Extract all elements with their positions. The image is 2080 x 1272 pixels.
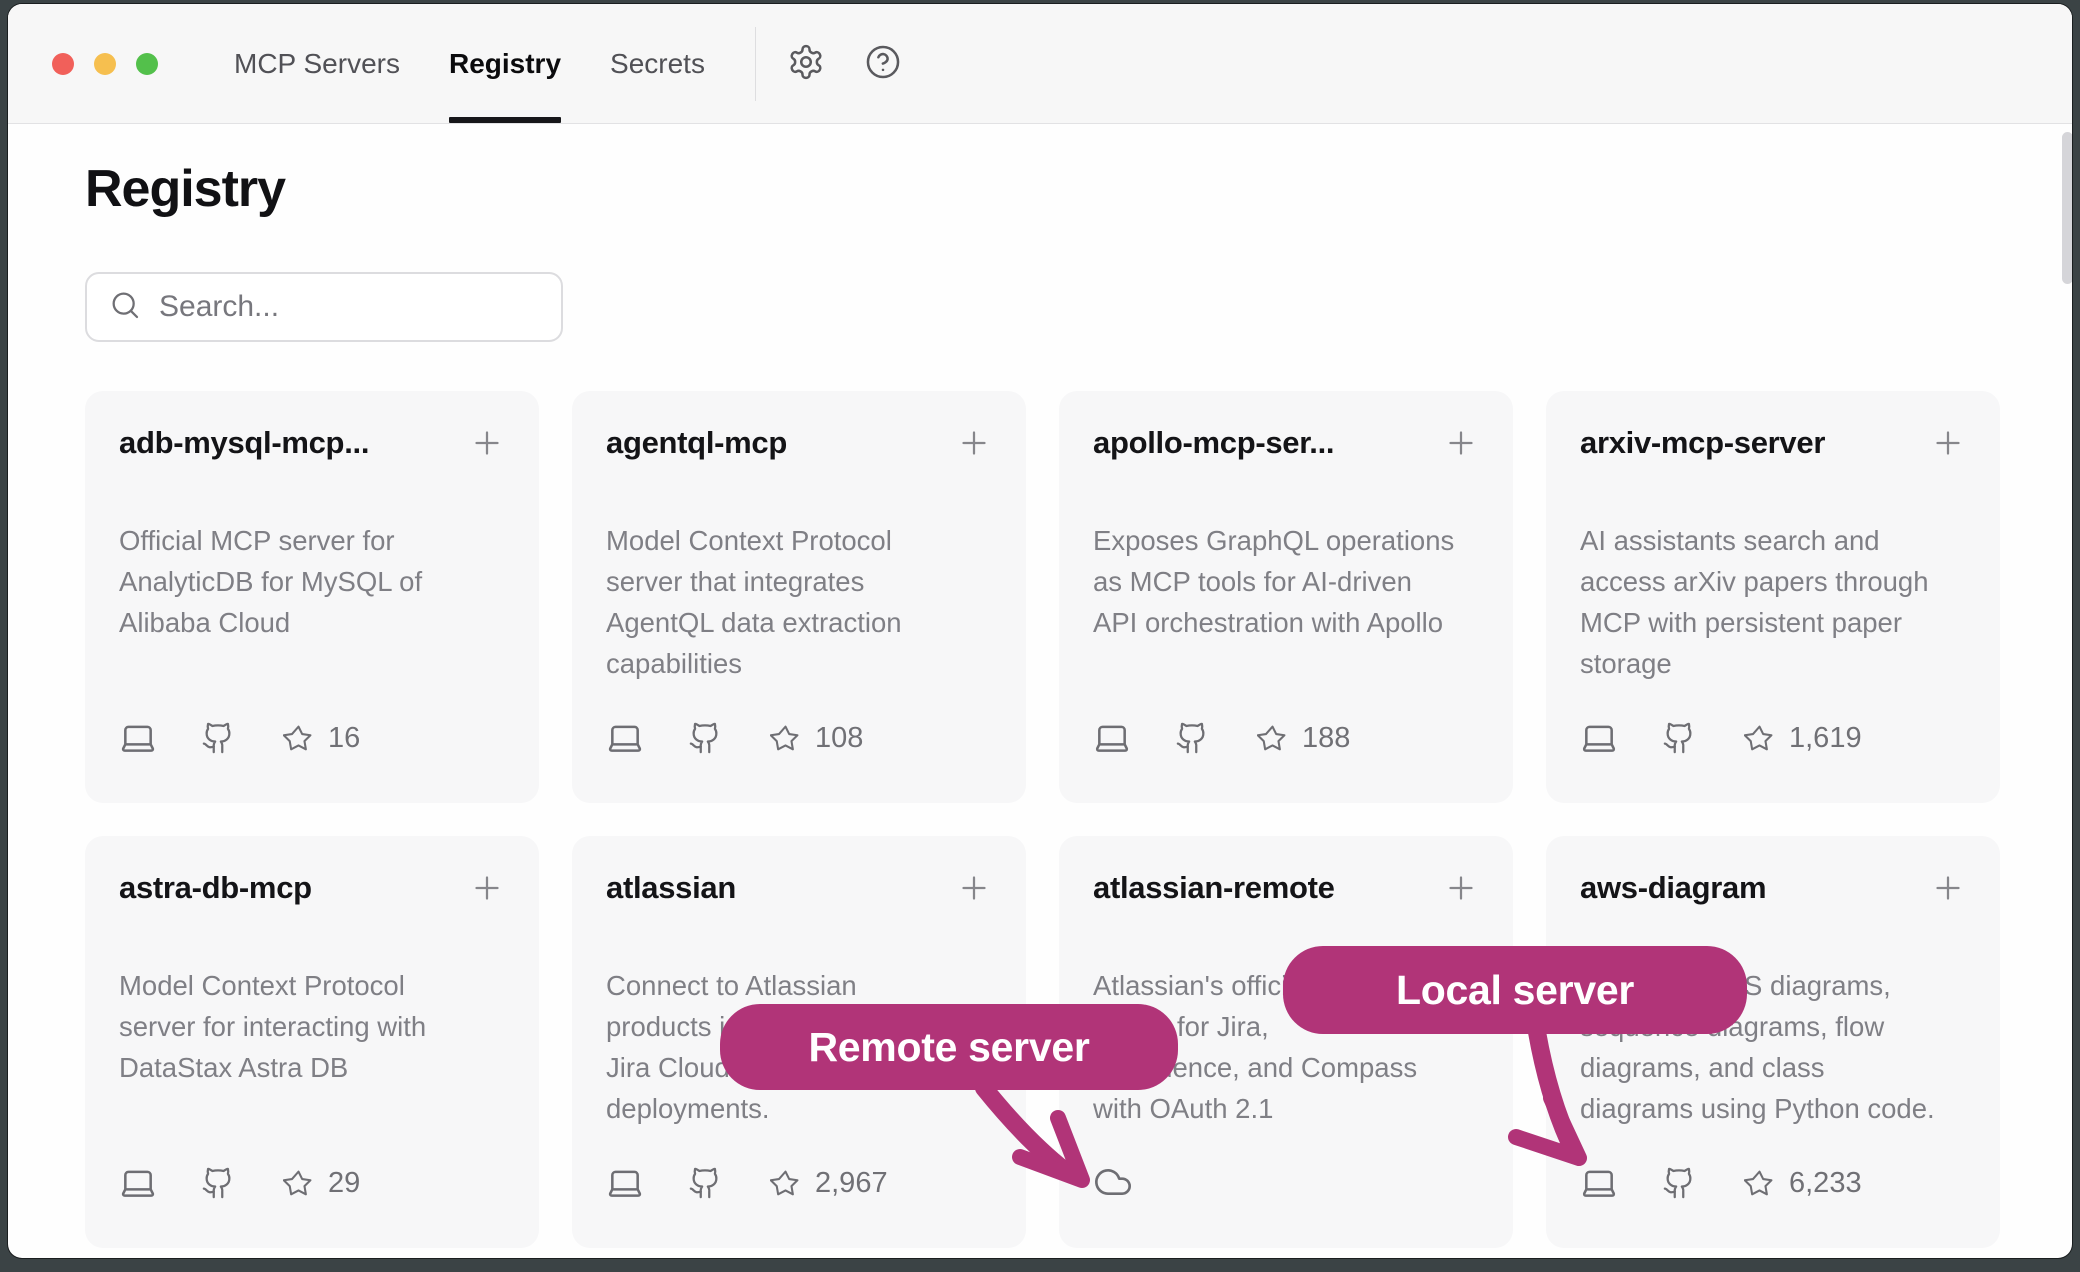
cloud-icon — [1093, 1162, 1133, 1202]
plus-icon — [956, 894, 992, 909]
page-title: Registry — [85, 160, 2008, 218]
gear-icon — [787, 43, 825, 84]
star-icon — [283, 723, 314, 754]
server-name: atlassian — [606, 868, 736, 908]
star-icon — [770, 1168, 801, 1199]
minimize-button[interactable] — [94, 53, 116, 75]
star-count: 29 — [328, 1167, 360, 1200]
server-description: Model Context Protocol server that integ… — [606, 520, 992, 684]
search-input[interactable] — [159, 290, 539, 324]
plus-icon — [469, 449, 505, 464]
scrollbar-thumb[interactable] — [2062, 132, 2072, 284]
tab-secrets[interactable]: Secrets — [610, 4, 705, 123]
add-server-button[interactable] — [469, 870, 505, 909]
settings-button[interactable] — [784, 42, 828, 86]
server-name: aws-diagram — [1580, 868, 1766, 908]
star-icon — [1744, 723, 1775, 754]
star-count: 188 — [1302, 722, 1350, 755]
star-count: 16 — [328, 722, 360, 755]
server-name: agentql-mcp — [606, 423, 787, 463]
help-button[interactable] — [861, 42, 905, 86]
zoom-button[interactable] — [136, 53, 158, 75]
laptop-icon — [606, 1164, 644, 1202]
github-icon — [1175, 721, 1209, 755]
star-count: 2,967 — [815, 1167, 888, 1200]
add-server-button[interactable] — [1443, 425, 1479, 464]
screen: MCP Servers Registry Secrets Registry — [0, 0, 2080, 1272]
star-icon — [1257, 723, 1288, 754]
server-card-apollo-mcp-server[interactable]: apollo-mcp-ser... Exposes GraphQL operat… — [1059, 391, 1513, 803]
plus-icon — [469, 894, 505, 909]
local-server-callout: Local server — [1283, 946, 1747, 1034]
github-icon — [1662, 721, 1696, 755]
title-bar: MCP Servers Registry Secrets — [8, 4, 2072, 124]
github-icon — [1662, 1166, 1696, 1200]
github-icon — [688, 1166, 722, 1200]
server-name: apollo-mcp-ser... — [1093, 423, 1334, 463]
server-card-agentql-mcp[interactable]: agentql-mcp Model Context Protocol serve… — [572, 391, 1026, 803]
tab-mcp-servers[interactable]: MCP Servers — [234, 4, 400, 123]
header-divider — [755, 27, 756, 101]
laptop-icon — [1093, 719, 1131, 757]
server-card-aws-diagram[interactable]: aws-diagram Generate AWS diagrams, seque… — [1546, 836, 2000, 1248]
github-icon — [688, 721, 722, 755]
server-card-adb-mysql-mcp[interactable]: adb-mysql-mcp... Official MCP server for… — [85, 391, 539, 803]
tab-registry[interactable]: Registry — [449, 4, 561, 123]
tab-bar: MCP Servers Registry Secrets — [234, 4, 705, 123]
plus-icon — [1443, 449, 1479, 464]
server-name: atlassian-remote — [1093, 868, 1335, 908]
plus-icon — [956, 449, 992, 464]
server-name: adb-mysql-mcp... — [119, 423, 369, 463]
star-count: 6,233 — [1789, 1167, 1862, 1200]
server-description: Model Context Protocol server for intera… — [119, 965, 505, 1088]
star-count: 1,619 — [1789, 722, 1862, 755]
plus-icon — [1930, 449, 1966, 464]
star-icon — [1744, 1168, 1775, 1199]
server-description: AI assistants search and access arXiv pa… — [1580, 520, 1966, 684]
add-server-button[interactable] — [956, 870, 992, 909]
add-server-button[interactable] — [1930, 425, 1966, 464]
close-button[interactable] — [52, 53, 74, 75]
server-card-astra-db-mcp[interactable]: astra-db-mcp Model Context Protocol serv… — [85, 836, 539, 1248]
server-card-arxiv-mcp-server[interactable]: arxiv-mcp-server AI assistants search an… — [1546, 391, 2000, 803]
plus-icon — [1443, 894, 1479, 909]
search-box[interactable] — [85, 272, 563, 342]
server-description: Exposes GraphQL operations as MCP tools … — [1093, 520, 1479, 643]
laptop-icon — [1580, 1164, 1618, 1202]
star-icon — [770, 723, 801, 754]
server-description: Official MCP server for AnalyticDB for M… — [119, 520, 505, 643]
traffic-lights — [52, 53, 158, 75]
add-server-button[interactable] — [1443, 870, 1479, 909]
laptop-icon — [119, 1164, 157, 1202]
add-server-button[interactable] — [956, 425, 992, 464]
plus-icon — [1930, 894, 1966, 909]
add-server-button[interactable] — [1930, 870, 1966, 909]
github-icon — [201, 1166, 235, 1200]
server-name: astra-db-mcp — [119, 868, 312, 908]
help-circle-icon — [864, 43, 902, 84]
server-name: arxiv-mcp-server — [1580, 423, 1825, 463]
add-server-button[interactable] — [469, 425, 505, 464]
remote-server-callout: Remote server — [720, 1004, 1178, 1090]
search-icon — [109, 289, 141, 326]
laptop-icon — [1580, 719, 1618, 757]
laptop-icon — [119, 719, 157, 757]
server-grid: adb-mysql-mcp... Official MCP server for… — [85, 391, 2008, 1248]
star-count: 108 — [815, 722, 863, 755]
star-icon — [283, 1168, 314, 1199]
github-icon — [201, 721, 235, 755]
laptop-icon — [606, 719, 644, 757]
